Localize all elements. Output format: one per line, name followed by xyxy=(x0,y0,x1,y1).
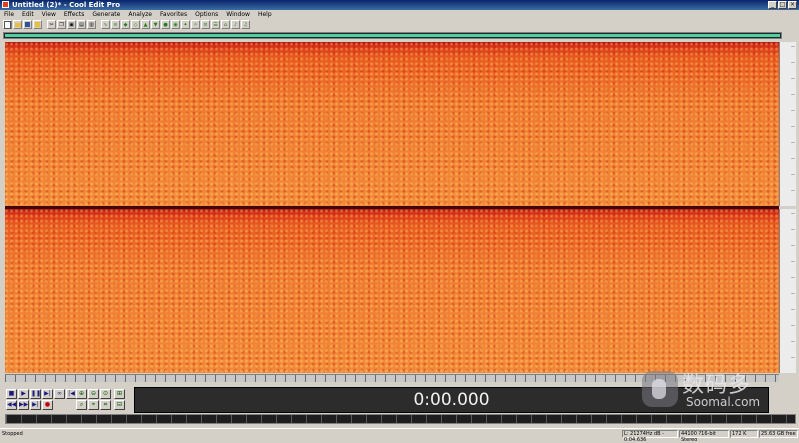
zoom-out-horizontal-icon[interactable]: ⊖ xyxy=(88,389,99,399)
frequency-ruler-left: — — — — — — — — — — xyxy=(779,42,796,206)
status-state: Stopped xyxy=(2,431,23,437)
menu-view[interactable]: View xyxy=(38,10,60,19)
stop-button[interactable]: ■ xyxy=(6,389,17,399)
fast-forward-button[interactable]: ▶▶ xyxy=(18,400,29,410)
watermark-en: Soomal.com xyxy=(686,395,761,409)
waveform-view-icon[interactable]: ∿ xyxy=(101,20,110,29)
window-title: Untitled (2)* - Cool Edit Pro xyxy=(12,1,121,9)
paste-icon[interactable]: ▣ xyxy=(67,20,76,29)
minimize-button[interactable]: _ xyxy=(768,1,777,9)
spectrogram-right-channel[interactable] xyxy=(5,209,779,373)
menu-analyze[interactable]: Analyze xyxy=(124,10,156,19)
menu-window[interactable]: Window xyxy=(222,10,254,19)
zoom-out-vertical-icon[interactable]: ⊟ xyxy=(114,400,125,410)
status-size: 172 K xyxy=(730,430,758,438)
menu-bar: File Edit View Effects Generate Analyze … xyxy=(0,10,799,19)
rewind-button[interactable]: ◀◀ xyxy=(6,400,17,410)
play-to-end-button[interactable]: ▶| xyxy=(42,389,53,399)
multitrack-icon[interactable] xyxy=(33,20,42,29)
zoom-left-edge-icon[interactable]: ⌖ xyxy=(88,400,99,410)
zoom-selection-icon[interactable]: ⌕ xyxy=(76,400,87,410)
effect-icon-7[interactable]: ✦ xyxy=(181,20,190,29)
trim-icon[interactable]: ▥ xyxy=(87,20,96,29)
menu-help[interactable]: Help xyxy=(254,10,276,19)
zoom-full-icon[interactable]: ⊙ xyxy=(100,389,111,399)
title-bar: Untitled (2)* - Cool Edit Pro _ □ × xyxy=(0,0,799,10)
loop-button[interactable]: ∞ xyxy=(54,389,65,399)
open-folder-icon[interactable] xyxy=(13,20,22,29)
effect-icon-10[interactable]: ☰ xyxy=(211,20,220,29)
effect-icon-12[interactable]: ♪ xyxy=(231,20,240,29)
status-cursor: L: 21274Hz dB - 0:04.636 xyxy=(622,430,678,443)
spectral-view-icon[interactable]: ≋ xyxy=(111,20,120,29)
menu-file[interactable]: File xyxy=(0,10,18,19)
effect-icon-8[interactable]: ✧ xyxy=(191,20,200,29)
effect-icon-3[interactable]: ▲ xyxy=(141,20,150,29)
spectrogram-left-channel[interactable] xyxy=(5,42,779,206)
effect-icon-9[interactable]: ≡ xyxy=(201,20,210,29)
zoom-right-edge-icon[interactable]: ⌗ xyxy=(100,400,111,410)
effect-icon-5[interactable]: ● xyxy=(161,20,170,29)
frequency-ruler-right: — — — — — — — — — — xyxy=(779,209,796,373)
effect-icon-11[interactable]: ⌂ xyxy=(221,20,230,29)
overview-bar[interactable] xyxy=(3,32,782,39)
effect-icon-2[interactable]: ◇ xyxy=(131,20,140,29)
menu-effects[interactable]: Effects xyxy=(60,10,88,19)
record-button[interactable]: ● xyxy=(42,400,53,410)
play-button[interactable]: ▶ xyxy=(18,389,29,399)
effect-icon-13[interactable]: ♫ xyxy=(241,20,250,29)
menu-generate[interactable]: Generate xyxy=(88,10,124,19)
soomal-logo-icon xyxy=(642,371,678,407)
status-format: 44100 ?16-bit Stereo xyxy=(679,430,729,443)
menu-options[interactable]: Options xyxy=(191,10,222,19)
menu-edit[interactable]: Edit xyxy=(18,10,38,19)
effect-icon-6[interactable]: ◉ xyxy=(171,20,180,29)
effect-icon-4[interactable]: ▼ xyxy=(151,20,160,29)
pause-button[interactable]: ❚❚ xyxy=(30,389,41,399)
soomal-watermark: 数码多 Soomal.com xyxy=(642,367,792,412)
level-meter xyxy=(5,414,796,424)
menu-favorites[interactable]: Favorites xyxy=(156,10,191,19)
app-icon xyxy=(2,1,9,8)
effect-icon-1[interactable]: ◆ xyxy=(121,20,130,29)
copy-icon[interactable]: ❐ xyxy=(57,20,66,29)
maximize-button[interactable]: □ xyxy=(778,1,787,9)
close-button[interactable]: × xyxy=(788,1,797,9)
toolbar: ✂ ❐ ▣ ▤ ▥ ∿ ≋ ◆ ◇ ▲ ▼ ● ◉ ✦ ✧ ≡ ☰ ⌂ ♪ ♫ xyxy=(0,19,799,30)
status-bar: Stopped L: 21274Hz dB - 0:04.636 44100 ?… xyxy=(0,428,799,443)
zoom-in-vertical-icon[interactable]: ⊞ xyxy=(114,389,125,399)
new-file-icon[interactable] xyxy=(3,20,12,29)
go-to-end-button[interactable]: ▶| xyxy=(30,400,41,410)
status-free-space: 25.63 GB free xyxy=(759,430,798,438)
save-icon[interactable] xyxy=(23,20,32,29)
mix-paste-icon[interactable]: ▤ xyxy=(77,20,86,29)
cut-icon[interactable]: ✂ xyxy=(47,20,56,29)
zoom-in-horizontal-icon[interactable]: ⊕ xyxy=(76,389,87,399)
